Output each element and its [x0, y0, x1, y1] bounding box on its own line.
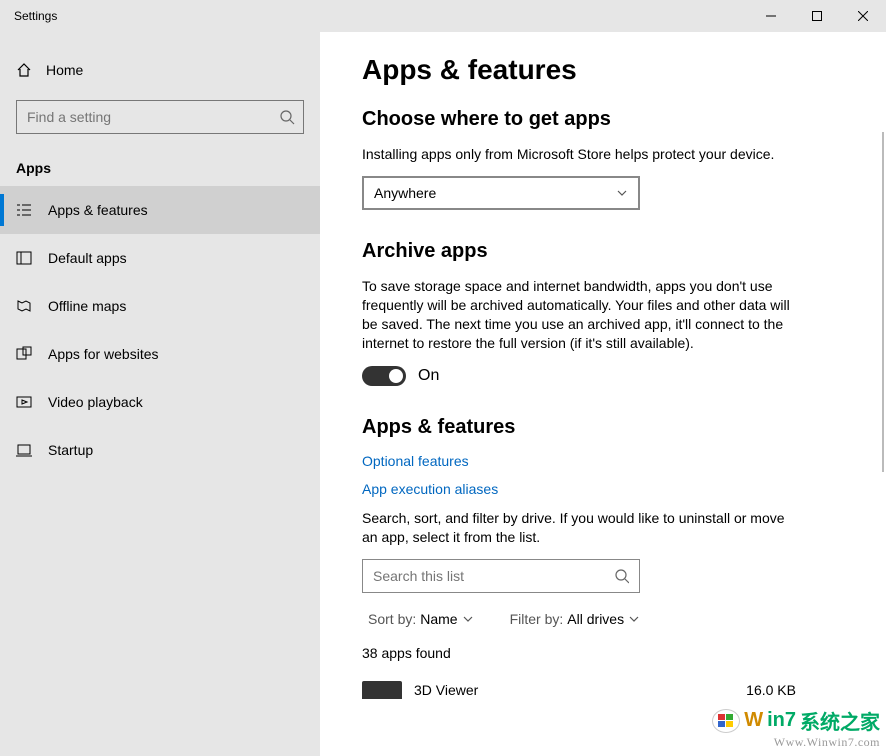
search-list-field[interactable]	[373, 568, 614, 584]
sort-label: Sort by:	[368, 611, 416, 627]
map-icon	[16, 298, 32, 314]
defaults-icon	[16, 250, 32, 266]
filter-label: Filter by:	[510, 611, 564, 627]
chevron-down-icon	[616, 187, 628, 199]
search-settings-field[interactable]	[27, 109, 269, 125]
filter-value: All drives	[567, 611, 624, 627]
archive-desc: To save storage space and internet bandw…	[362, 277, 802, 353]
nav-video-playback[interactable]: Video playback	[0, 378, 320, 426]
nav-item-label: Startup	[48, 442, 93, 458]
appsfeat-desc: Search, sort, and filter by drive. If yo…	[362, 509, 802, 547]
apps-count: 38 apps found	[362, 645, 846, 661]
app-icon	[362, 681, 402, 699]
sort-by-dropdown[interactable]: Sort by: Name	[368, 611, 474, 627]
nav-default-apps[interactable]: Default apps	[0, 234, 320, 282]
page-title: Apps & features	[362, 54, 846, 86]
nav-item-label: Apps & features	[48, 202, 148, 218]
close-icon	[858, 11, 868, 21]
watermark-logo-icon	[712, 709, 740, 733]
watermark-text2: in7	[767, 709, 796, 732]
search-icon	[279, 109, 295, 125]
nav-home-label: Home	[46, 62, 83, 78]
optional-features-link[interactable]: Optional features	[362, 453, 846, 469]
nav-offline-maps[interactable]: Offline maps	[0, 282, 320, 330]
search-settings-input[interactable]	[16, 100, 304, 134]
minimize-icon	[766, 11, 776, 21]
nav-item-label: Video playback	[48, 394, 143, 410]
sidebar-section-label: Apps	[0, 134, 320, 186]
dropdown-value: Anywhere	[374, 185, 436, 201]
app-list-item[interactable]: 3D Viewer 16.0 KB	[362, 681, 846, 699]
maximize-button[interactable]	[794, 0, 840, 32]
chevron-down-icon	[628, 613, 640, 625]
close-button[interactable]	[840, 0, 886, 32]
search-icon	[614, 568, 629, 584]
choose-heading: Choose where to get apps	[362, 108, 846, 131]
nav-item-label: Default apps	[48, 250, 127, 266]
sort-value: Name	[420, 611, 457, 627]
search-list-input[interactable]	[362, 559, 640, 593]
maximize-icon	[812, 11, 822, 21]
list-icon	[16, 202, 32, 218]
watermark: Win7系统之家 Www.Winwin7.com	[712, 706, 880, 750]
appsfeat-heading: Apps & features	[362, 416, 846, 439]
choose-desc: Installing apps only from Microsoft Stor…	[362, 145, 802, 164]
archive-heading: Archive apps	[362, 240, 846, 263]
nav-item-label: Offline maps	[48, 298, 126, 314]
nav-home[interactable]: Home	[0, 50, 320, 90]
startup-icon	[16, 442, 32, 458]
nav-item-label: Apps for websites	[48, 346, 159, 362]
nav-apps-websites[interactable]: Apps for websites	[0, 330, 320, 378]
watermark-text3: 系统之家	[800, 706, 880, 735]
app-execution-aliases-link[interactable]: App execution aliases	[362, 481, 846, 497]
nav-apps-features[interactable]: Apps & features	[0, 186, 320, 234]
scrollbar[interactable]	[882, 132, 884, 472]
watermark-text1: W	[744, 709, 763, 732]
watermark-url: Www.Winwin7.com	[712, 735, 880, 750]
home-icon	[16, 62, 32, 78]
app-name: 3D Viewer	[414, 682, 478, 698]
nav-startup[interactable]: Startup	[0, 426, 320, 474]
filter-by-dropdown[interactable]: Filter by: All drives	[510, 611, 640, 627]
video-icon	[16, 394, 32, 410]
toggle-label: On	[418, 367, 439, 385]
window-title: Settings	[0, 9, 57, 23]
apps-web-icon	[16, 346, 32, 362]
app-source-dropdown[interactable]: Anywhere	[362, 176, 640, 210]
archive-toggle[interactable]	[362, 366, 406, 386]
chevron-down-icon	[462, 613, 474, 625]
app-size: 16.0 KB	[746, 682, 846, 698]
minimize-button[interactable]	[748, 0, 794, 32]
